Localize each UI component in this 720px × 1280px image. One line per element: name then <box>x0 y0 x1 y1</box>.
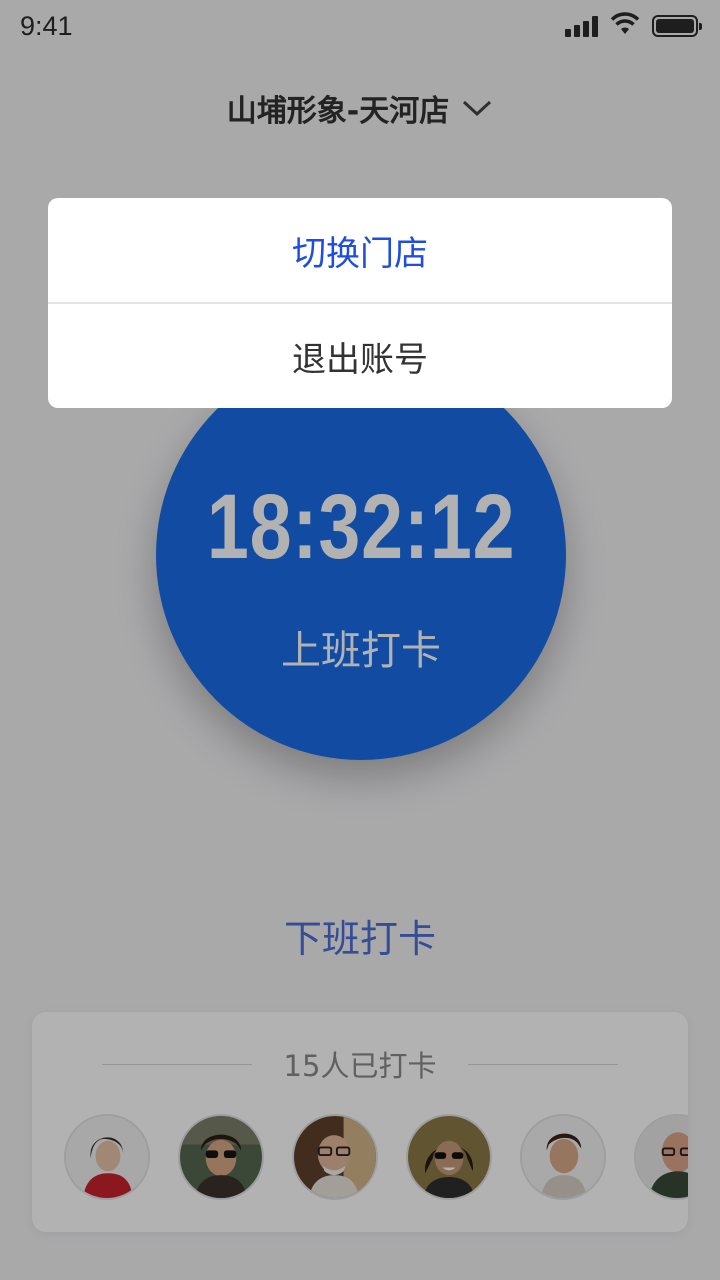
switch-store-button[interactable]: 切换门店 <box>48 198 672 302</box>
modal-overlay[interactable] <box>0 0 720 1280</box>
logout-button[interactable]: 退出账号 <box>48 304 672 408</box>
action-menu: 切换门店 退出账号 <box>48 198 672 408</box>
